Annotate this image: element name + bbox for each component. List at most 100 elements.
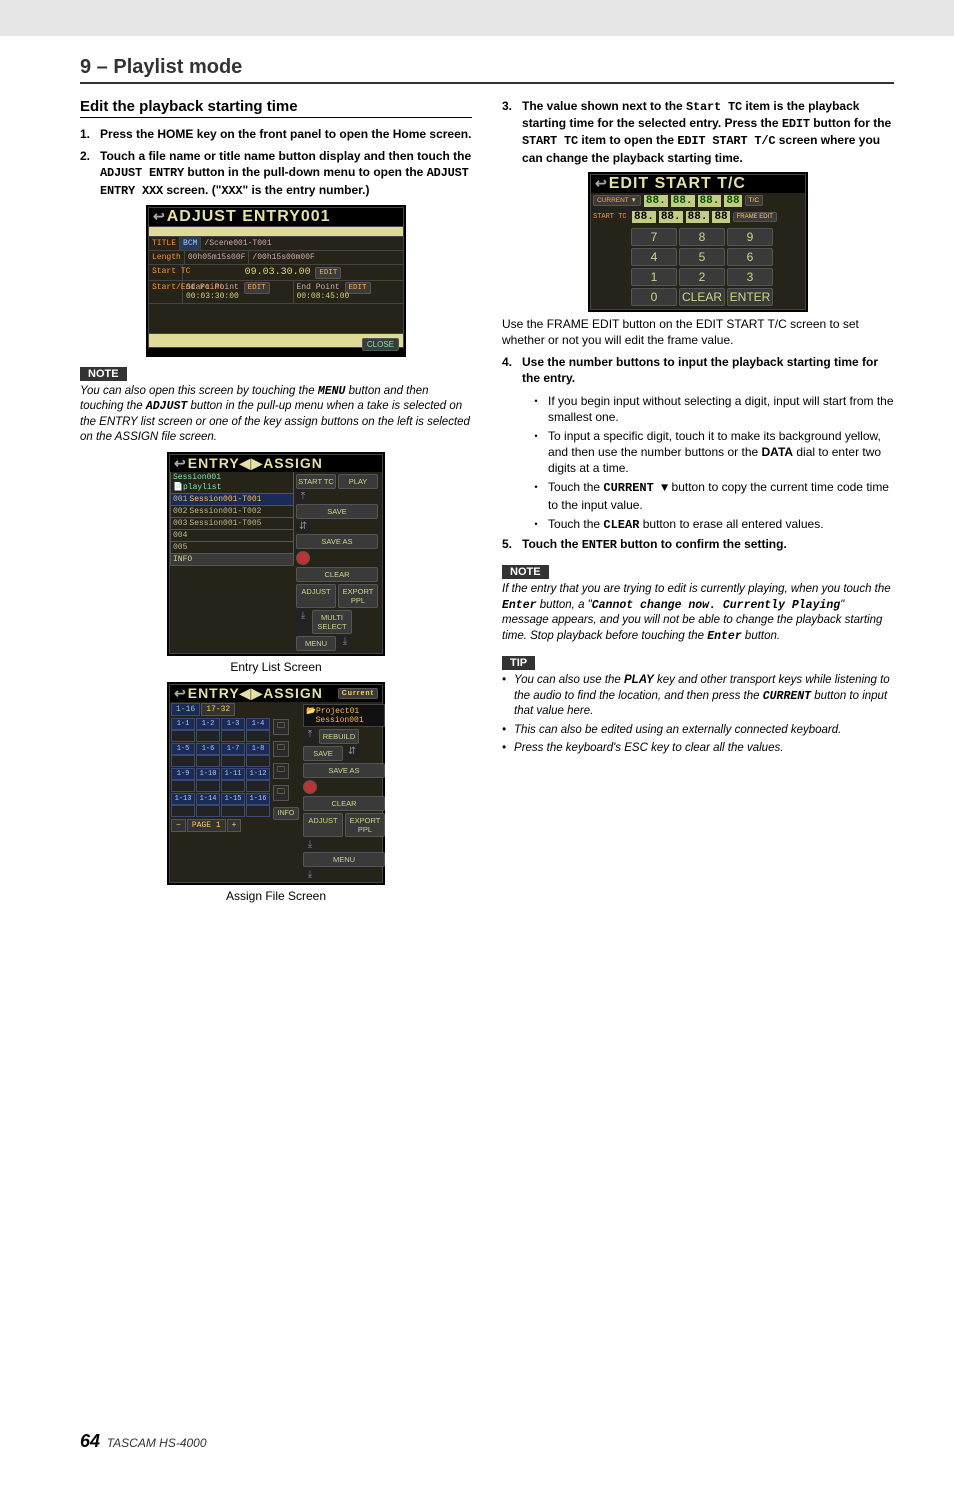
adjust-button[interactable]: ADJUST (296, 584, 336, 608)
note-label-2: NOTE (502, 565, 549, 579)
folder-icon[interactable]: 🗀 (273, 763, 289, 779)
starttc-edit-button[interactable]: EDIT (315, 267, 341, 279)
keypad-digit[interactable]: 9 (727, 228, 773, 246)
adj-bcm[interactable]: BCM (180, 237, 201, 250)
assign-slot[interactable]: 1-4 (246, 718, 270, 730)
assign-slot[interactable]: 1-1 (171, 718, 195, 730)
exportppl-button[interactable]: EXPORT PPL (345, 813, 385, 837)
adjust-close-button[interactable]: CLOSE (362, 338, 399, 351)
after-tc-text: Use the FRAME EDIT button on the EDIT ST… (502, 316, 894, 348)
assign-slot[interactable]: 1-14 (196, 793, 220, 805)
assign-slot[interactable]: 1-7 (221, 743, 245, 755)
multiselect-button[interactable]: MULTI SELECT (312, 610, 352, 634)
note-text-1: You can also open this screen by touchin… (80, 384, 472, 446)
current-value-button[interactable]: CURRENT ▼ (593, 195, 641, 206)
updown-icon[interactable]: ⇵ (345, 746, 359, 761)
keypad-enter-button[interactable]: ENTER (727, 288, 773, 306)
assign-caption: Assign File Screen (80, 889, 472, 903)
entry-list-item[interactable]: 003Session001-T005 (170, 518, 294, 530)
entry-list-item[interactable]: 005 (170, 542, 294, 554)
edit-start-tc-screen: ↩EDIT START T/C CURRENT ▼ 88. 88. 88. 88… (588, 172, 808, 312)
clear-button[interactable]: CLEAR (296, 567, 378, 582)
back-icon[interactable]: ↩ (595, 175, 608, 191)
saveas-button[interactable]: SAVE AS (303, 763, 385, 778)
page-label: PAGE 1 (187, 819, 226, 832)
keypad-digit[interactable]: 3 (727, 268, 773, 286)
assign-slot[interactable]: 1-2 (196, 718, 220, 730)
menu-button[interactable]: MENU (303, 852, 385, 867)
entry-list-item[interactable]: 002Session001-T002 (170, 506, 294, 518)
entry-caption: Entry List Screen (80, 660, 472, 674)
page-minus[interactable]: − (171, 819, 186, 832)
assign-slot[interactable]: 1-11 (221, 768, 245, 780)
exportppl-button[interactable]: EXPORT PPL (338, 584, 378, 608)
assign-slot[interactable]: 1-6 (196, 743, 220, 755)
keypad-digit[interactable]: 2 (679, 268, 725, 286)
folder-icon[interactable]: 🗀 (273, 719, 289, 735)
assign-slot[interactable]: 1-8 (246, 743, 270, 755)
note-label-1: NOTE (80, 367, 127, 381)
record-lamp-icon (296, 551, 310, 565)
assign-slot[interactable]: 1-16 (246, 793, 270, 805)
entry-list-item[interactable]: 001Session001-T001 (170, 494, 294, 506)
entry-list-item[interactable]: 004 (170, 530, 294, 542)
adj-title-label: TITLE (149, 237, 180, 250)
tab-1-16[interactable]: 1-16 (171, 703, 200, 716)
back-icon[interactable]: ↩ (153, 208, 166, 224)
sp-edit-button[interactable]: EDIT (244, 282, 270, 294)
tab-17-32[interactable]: 17-32 (201, 703, 235, 716)
play-button[interactable]: PLAY (338, 474, 378, 489)
tip-label: TIP (502, 656, 535, 670)
keypad-digit[interactable]: 8 (679, 228, 725, 246)
top-scroll-icon[interactable]: ⤒ (296, 491, 310, 502)
info-button[interactable]: INFO (170, 554, 294, 566)
step4-bullet: ・To input a specific digit, touch it to … (530, 428, 894, 477)
step-3: 3. The value shown next to the Start TC … (502, 98, 894, 166)
clear-button[interactable]: CLEAR (303, 796, 385, 811)
rebuild-button[interactable]: REBUILD (319, 729, 359, 744)
keypad-digit[interactable]: 1 (631, 268, 677, 286)
assign-slot[interactable]: 1-3 (221, 718, 245, 730)
assign-slot[interactable]: 1-5 (171, 743, 195, 755)
bottom-scroll-icon[interactable]: ⤓ (296, 610, 310, 634)
starttc-label: START TC (593, 213, 629, 221)
step4-bullet: ・Touch the CURRENT ▼ button to copy the … (530, 479, 894, 512)
starttc-tab[interactable]: START TC (296, 474, 336, 489)
keypad-digit[interactable]: 0 (631, 288, 677, 306)
assign-slot[interactable]: 1-15 (221, 793, 245, 805)
keypad-digit[interactable]: 5 (679, 248, 725, 266)
saveas-button[interactable]: SAVE AS (296, 534, 378, 549)
keypad-digit[interactable]: 7 (631, 228, 677, 246)
save-button[interactable]: SAVE (296, 504, 378, 519)
page-plus[interactable]: + (227, 819, 242, 832)
assign-slot[interactable]: 1-12 (246, 768, 270, 780)
chapter-title: 9 – Playlist mode (80, 56, 894, 84)
adjust-button[interactable]: ADJUST (303, 813, 343, 837)
frame-edit-button[interactable]: FRAME EDIT (733, 212, 777, 222)
bottom-scroll-icon[interactable]: ⤓ (303, 839, 317, 850)
step-5: 5. Touch the ENTER button to confirm the… (502, 536, 894, 553)
tc-button[interactable]: T/C (745, 195, 763, 206)
assign-slot[interactable]: 1-10 (196, 768, 220, 780)
back-icon[interactable]: ↩ (174, 455, 187, 471)
step4-bullet: ・If you begin input without selecting a … (530, 393, 894, 425)
back-icon[interactable]: ↩ (174, 685, 187, 701)
current-button[interactable]: Current (338, 688, 378, 699)
info-button[interactable]: INFO (273, 807, 299, 820)
assign-file-screen: ↩ENTRY◀▶ASSIGN Current 1-16 17-32 (167, 682, 385, 885)
bottom-scroll2-icon[interactable]: ⤓ (338, 636, 352, 651)
entry-list-screen: ↩ENTRY◀▶ASSIGN Session001📄playlist 001Se… (167, 452, 385, 656)
folder-icon[interactable]: 🗀 (273, 785, 289, 801)
keypad-digit[interactable]: 6 (727, 248, 773, 266)
keypad-clear-button[interactable]: CLEAR (679, 288, 725, 306)
assign-slot[interactable]: 1-13 (171, 793, 195, 805)
assign-slot[interactable]: 1-9 (171, 768, 195, 780)
menu-button[interactable]: MENU (296, 636, 336, 651)
bottom-scroll2-icon[interactable]: ⤓ (303, 869, 317, 880)
updown-icon[interactable]: ⇵ (296, 521, 310, 532)
note-text-2: If the entry that you are trying to edit… (502, 582, 894, 644)
keypad-digit[interactable]: 4 (631, 248, 677, 266)
folder-icon[interactable]: 🗀 (273, 741, 289, 757)
save-button[interactable]: SAVE (303, 746, 343, 761)
top-scroll-icon[interactable]: ⤒ (303, 729, 317, 744)
